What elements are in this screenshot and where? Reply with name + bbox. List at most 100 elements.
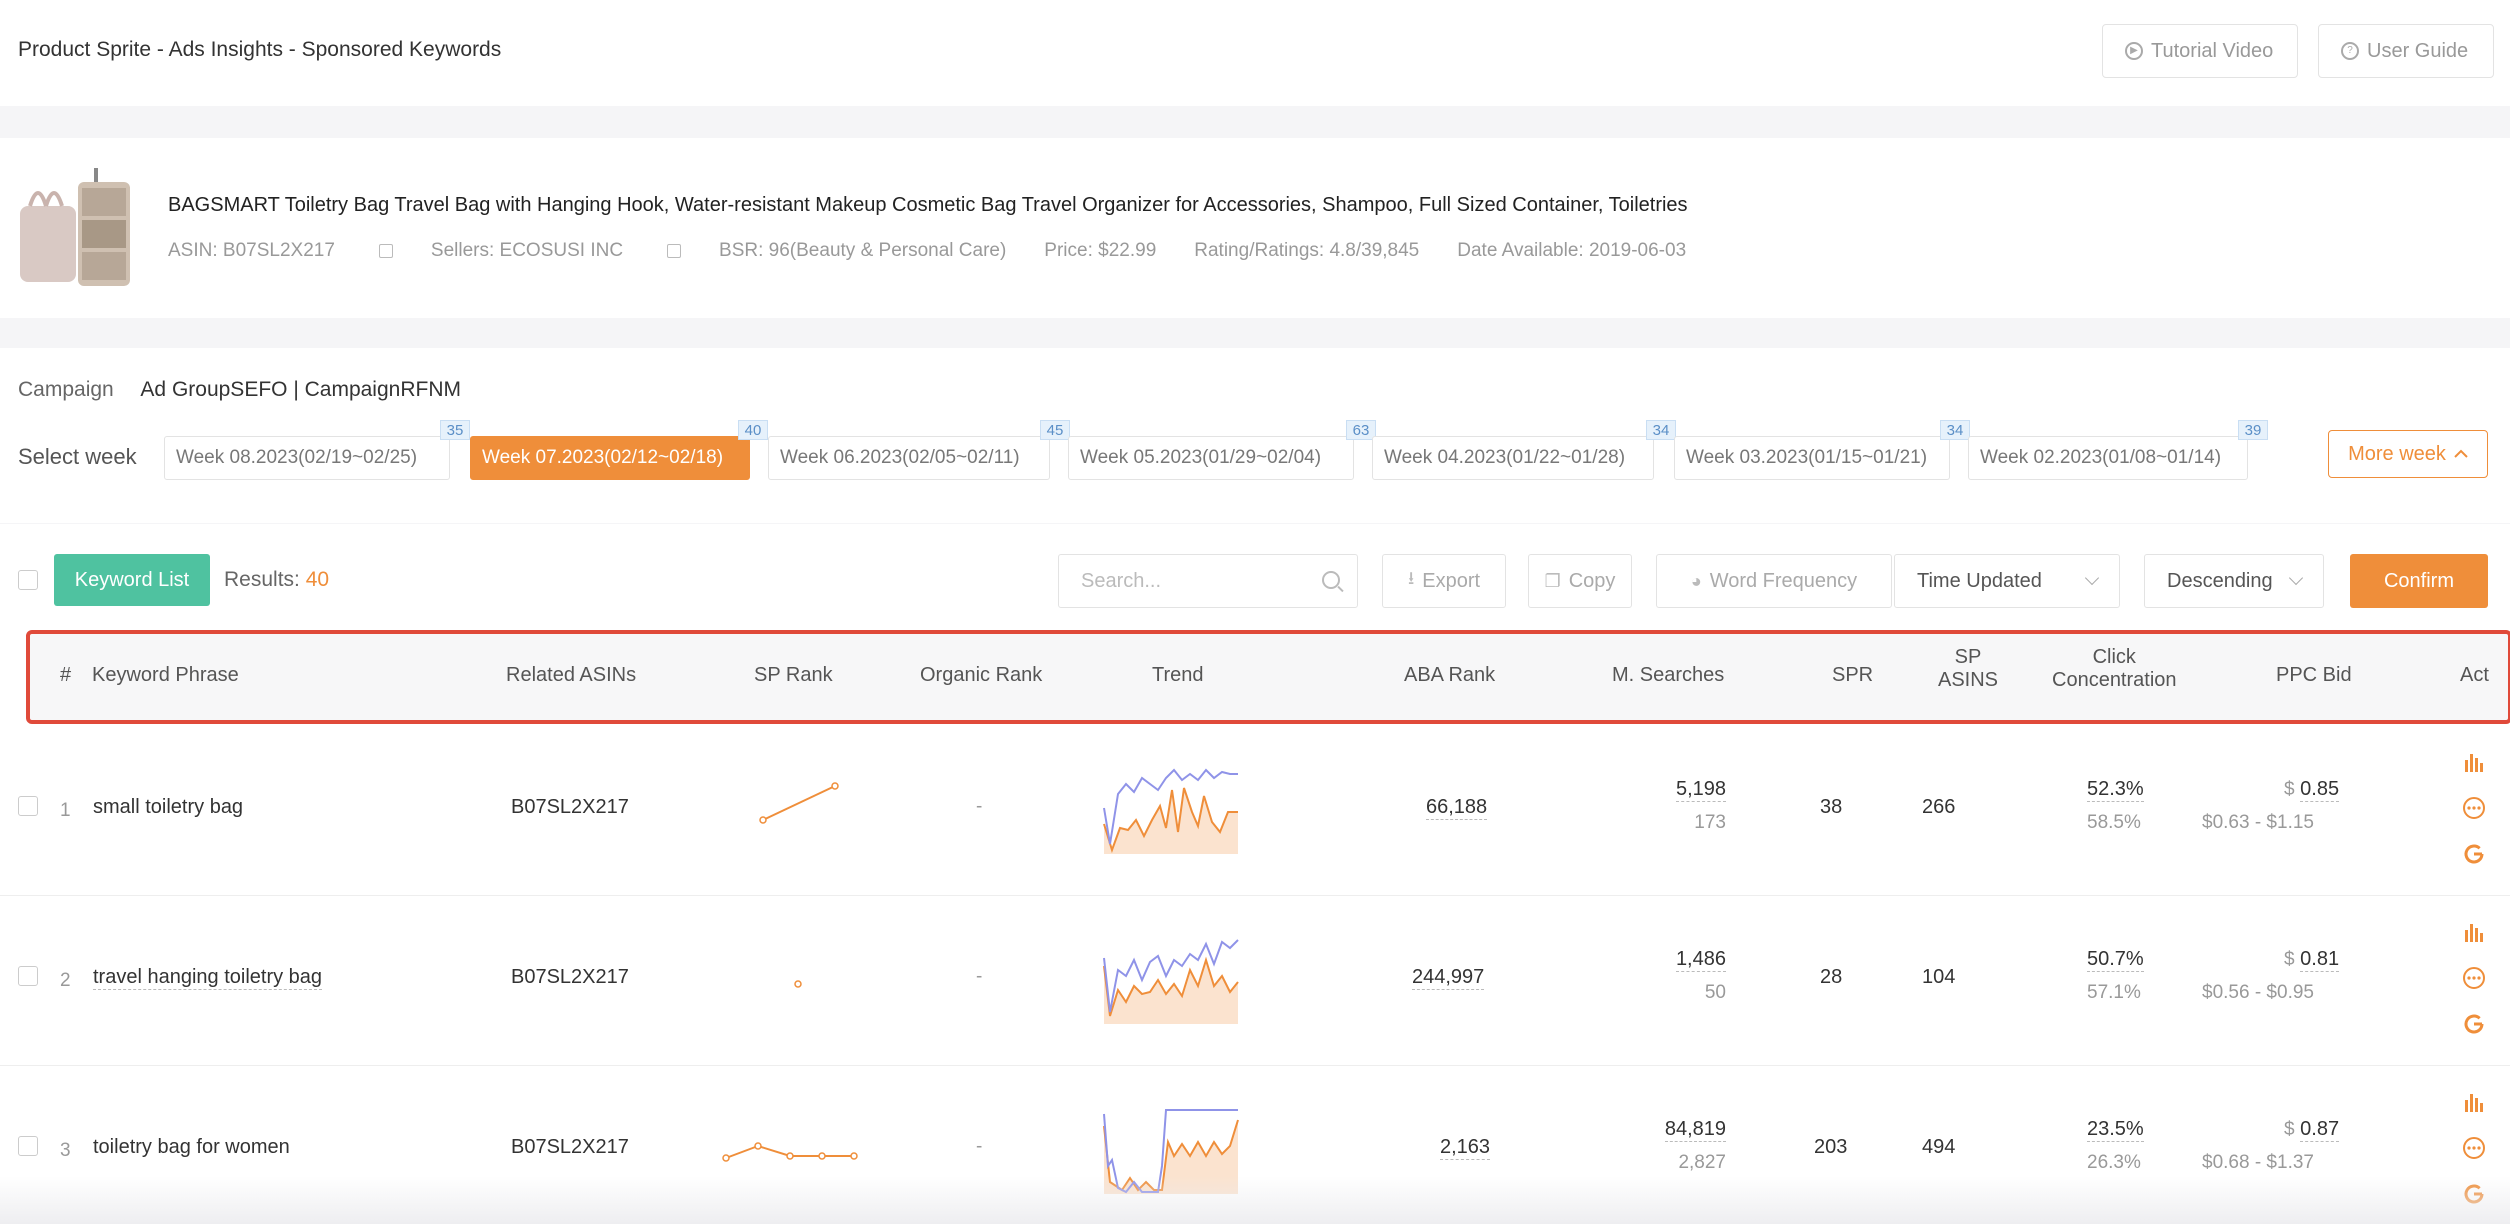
ppc-currency: $ (2284, 779, 2295, 800)
select-all-checkbox[interactable] (18, 570, 38, 590)
week-option[interactable]: Week 03.2023(01/15~01/21) (1674, 436, 1950, 480)
click-concentration[interactable]: 50.7% (2087, 948, 2144, 972)
week-label: Week 07.2023(02/12~02/18) (482, 447, 724, 468)
aba-rank-value: 2,163 (1440, 1136, 1491, 1160)
google-search-icon[interactable] (2462, 1012, 2486, 1036)
row-checkbox[interactable] (18, 1136, 38, 1156)
aba-rank[interactable]: 66,188 (1426, 796, 1488, 820)
copy-button[interactable]: ❐ Copy (1528, 554, 1632, 608)
sellers-link[interactable]: Sellers: ECOSUSI INC (431, 240, 682, 262)
bar-chart-icon[interactable] (2462, 1090, 2486, 1114)
week-option[interactable]: Week 05.2023(01/29~02/04) (1068, 436, 1354, 480)
monthly-searches[interactable]: 5,198 (1676, 778, 1727, 802)
col-monthly-searches[interactable]: M. Searches (1612, 664, 1724, 687)
week-label: Week 02.2023(01/08~01/14) (1980, 447, 2222, 468)
sp-rank-sparkline (759, 782, 839, 824)
keyword-phrase[interactable]: travel hanging toiletry bag (93, 966, 323, 990)
confirm-button[interactable]: Confirm (2350, 554, 2488, 608)
row-checkbox[interactable] (18, 966, 38, 986)
bar-chart-icon[interactable] (2462, 920, 2486, 944)
ppc-bid-range: $0.56 - $0.95 (2202, 982, 2314, 1003)
more-options-icon[interactable] (2462, 1136, 2486, 1160)
click-concentration[interactable]: 52.3% (2087, 778, 2144, 802)
keyword-phrase[interactable]: toiletry bag for women (93, 1136, 290, 1159)
row-checkbox[interactable] (18, 796, 38, 816)
col-related-asins[interactable]: Related ASINs (506, 664, 636, 687)
sort-field-value: Time Updated (1917, 569, 2042, 592)
more-options-icon[interactable] (2462, 796, 2486, 820)
ppc-bid[interactable]: $ 0.81 (2284, 948, 2340, 972)
campaign-label: Campaign (18, 378, 114, 401)
searches-sub: 2,827 (1678, 1152, 1726, 1173)
rating-text: Rating/Ratings: 4.8/39,845 (1194, 240, 1420, 261)
col-click-concentration[interactable]: Click Concentration (2052, 646, 2177, 692)
click-concentration[interactable]: 23.5% (2087, 1118, 2144, 1142)
col-organic-rank[interactable]: Organic Rank (920, 664, 1042, 687)
keyword-phrase[interactable]: small toiletry bag (93, 796, 243, 819)
trend-chart[interactable] (1100, 766, 1242, 856)
bsr-text: BSR: 96(Beauty & Personal Care) (719, 240, 1007, 261)
monthly-searches[interactable]: 1,486 (1670, 948, 1726, 972)
ppc-currency: $ (2284, 949, 2295, 970)
col-ppc-bid[interactable]: PPC Bid (2276, 664, 2352, 687)
campaign-row: Campaign Ad GroupSEFO | CampaignRFNM (18, 378, 461, 402)
week-option[interactable]: Week 06.2023(02/05~02/11) (768, 436, 1050, 480)
chevron-up-icon (2454, 449, 2468, 458)
spr-value: 38 (1820, 796, 1843, 818)
organic-rank: - (976, 1136, 983, 1157)
pie-chart-icon: ◕ (1690, 570, 1702, 591)
col-sp-rank[interactable]: SP Rank (754, 664, 833, 687)
col-sp-asins-line2: ASINS (1938, 669, 1999, 691)
aba-rank[interactable]: 2,163 (1440, 1136, 1491, 1160)
click-concentration-sub: 58.5% (2087, 812, 2141, 833)
click-concentration-sub: 26.3% (2087, 1152, 2141, 1173)
ppc-bid-value: 0.85 (2300, 778, 2340, 802)
col-trend: Trend (1152, 664, 1204, 686)
sp-asins-value: 494 (1922, 1136, 1956, 1158)
keyword-phrase-text: travel hanging toiletry bag (93, 966, 323, 990)
sort-order-value: Descending (2167, 569, 2273, 592)
ppc-bid[interactable]: $ 0.85 (2284, 778, 2340, 802)
copy-icon: ❐ (1544, 570, 1561, 591)
organic-rank: - (976, 966, 983, 987)
sort-field-select[interactable]: Time Updated (1894, 554, 2120, 608)
week-count-badge: 40 (738, 420, 768, 440)
page-header: Product Sprite - Ads Insights - Sponsore… (0, 0, 2510, 106)
trend-chart[interactable] (1100, 936, 1242, 1026)
sp-rank-sparkline (722, 1142, 858, 1162)
search-input[interactable] (1058, 554, 1358, 608)
export-button[interactable]: ⭳ Export (1382, 554, 1506, 608)
google-search-icon[interactable] (2462, 842, 2486, 866)
keyword-list-button[interactable]: Keyword List (54, 554, 210, 606)
week-option[interactable]: Week 02.2023(01/08~01/14) (1968, 436, 2248, 480)
related-asin[interactable]: B07SL2X217 (511, 966, 629, 989)
related-asin[interactable]: B07SL2X217 (511, 796, 629, 819)
ppc-bid[interactable]: $ 0.87 (2284, 1118, 2340, 1142)
monthly-searches[interactable]: 84,819 (1656, 1118, 1726, 1142)
product-info: BAGSMART Toiletry Bag Travel Bag with Ha… (0, 138, 2510, 318)
tutorial-video-button[interactable]: ▶ Tutorial Video (2102, 24, 2298, 78)
ppc-currency: $ (2284, 1119, 2295, 1140)
word-frequency-button[interactable]: ◕ Word Frequency (1656, 554, 1892, 608)
aba-rank[interactable]: 244,997 (1412, 966, 1485, 990)
week-option[interactable]: Week 04.2023(01/22~01/28) (1372, 436, 1654, 480)
col-sp-asins[interactable]: SP ASINS (1938, 646, 1998, 692)
more-week-button[interactable]: More week (2328, 430, 2488, 478)
ppc-bid-value: 0.81 (2300, 948, 2340, 972)
week-option[interactable]: Week 08.2023(02/19~02/25) (164, 436, 450, 480)
bar-chart-icon[interactable] (2462, 750, 2486, 774)
week-count-badge: 39 (2238, 420, 2268, 440)
more-options-icon[interactable] (2462, 966, 2486, 990)
week-option-active[interactable]: Week 07.2023(02/12~02/18) (470, 436, 750, 480)
user-guide-button[interactable]: ? User Guide (2318, 24, 2494, 78)
ppc-bid-range: $0.63 - $1.15 (2202, 812, 2314, 833)
col-keyword-phrase[interactable]: Keyword Phrase (92, 664, 239, 687)
related-asin[interactable]: B07SL2X217 (511, 1136, 629, 1159)
product-meta: ASIN: B07SL2X217 Sellers: ECOSUSI INC BS… (168, 240, 1724, 262)
sort-order-select[interactable]: Descending (2144, 554, 2324, 608)
col-aba-rank[interactable]: ABA Rank (1404, 664, 1495, 687)
week-count-badge: 35 (440, 420, 470, 440)
col-spr[interactable]: SPR (1832, 664, 1873, 687)
asin-link[interactable]: ASIN: B07SL2X217 (168, 240, 393, 262)
search-icon (1322, 571, 1340, 589)
